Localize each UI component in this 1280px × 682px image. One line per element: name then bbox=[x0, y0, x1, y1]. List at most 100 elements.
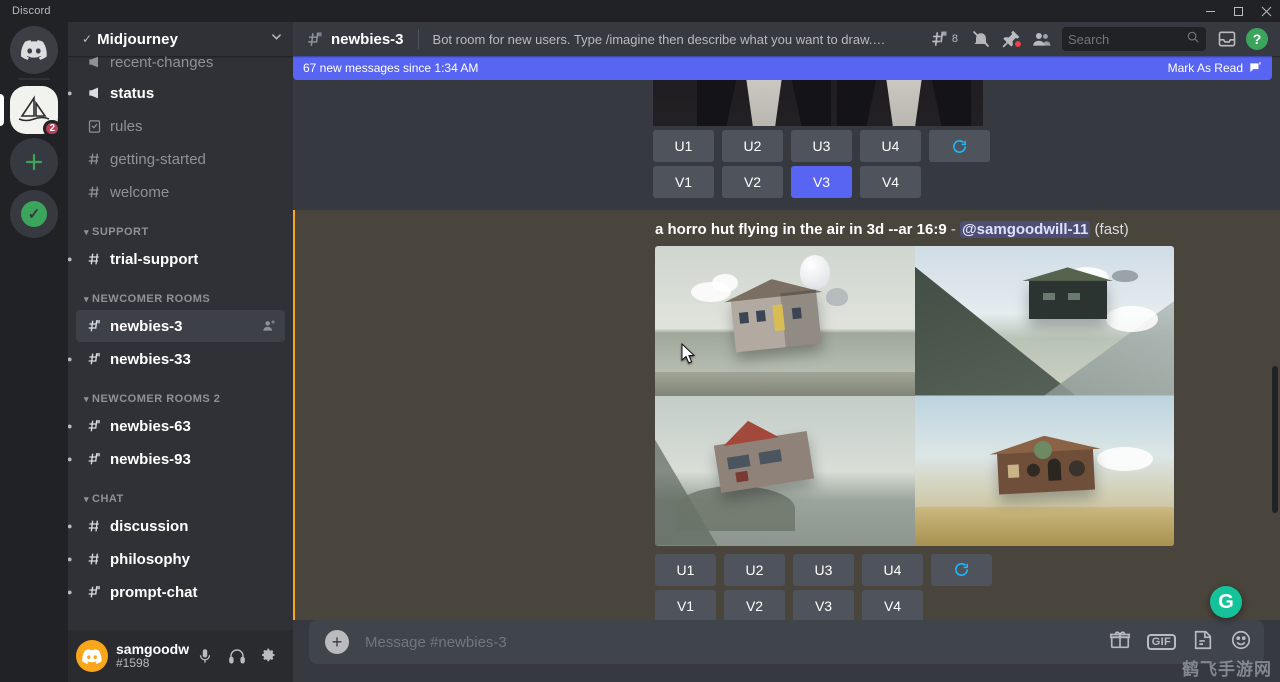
sidebar-item-recent-changes[interactable]: recent-changes bbox=[76, 56, 285, 76]
unread-indicator-icon: ● bbox=[68, 254, 72, 264]
sidebar-item-discussion[interactable]: ● discussion bbox=[76, 510, 285, 542]
u1-button[interactable]: U1 bbox=[655, 554, 716, 586]
search-input[interactable]: Search bbox=[1062, 27, 1206, 51]
sidebar-item-newbies-93[interactable]: ● newbies-93 bbox=[76, 443, 285, 475]
message-input[interactable]: Message #newbies-3 bbox=[365, 634, 1109, 651]
sidebar-item-label: newbies-63 bbox=[110, 418, 191, 435]
server-home[interactable] bbox=[0, 24, 68, 76]
v3-button[interactable]: V3 bbox=[791, 166, 852, 198]
sidebar-item-status[interactable]: ● status bbox=[76, 77, 285, 109]
gif-icon[interactable]: GIF bbox=[1147, 634, 1176, 650]
grammarly-button[interactable]: G bbox=[1210, 586, 1242, 618]
sidebar-item-prompt-chat[interactable]: ● prompt-chat bbox=[76, 576, 285, 608]
compass-icon: ✓ bbox=[10, 190, 58, 238]
announcement-icon bbox=[84, 56, 104, 72]
notifications-muted-icon[interactable] bbox=[966, 27, 996, 51]
help-button[interactable]: ? bbox=[1242, 27, 1272, 51]
u4-button[interactable]: U4 bbox=[862, 554, 923, 586]
category-support[interactable]: ▾ SUPPORT bbox=[68, 209, 293, 242]
new-messages-bar[interactable]: 67 new messages since 1:34 AM Mark As Re… bbox=[293, 56, 1272, 80]
maximize-button[interactable] bbox=[1224, 0, 1252, 22]
sidebar-item-trial-support[interactable]: ● trial-support bbox=[76, 243, 285, 275]
server-midjourney[interactable]: 2 bbox=[0, 84, 68, 136]
microphone-icon[interactable] bbox=[189, 640, 221, 672]
reroll-button[interactable] bbox=[931, 554, 992, 586]
gear-icon[interactable] bbox=[253, 640, 285, 672]
server-header[interactable]: ✓ Midjourney bbox=[68, 22, 293, 56]
avatar[interactable] bbox=[76, 640, 108, 672]
inbox-icon[interactable] bbox=[1212, 27, 1242, 51]
v2-button[interactable]: V2 bbox=[724, 590, 785, 621]
rail-divider bbox=[18, 78, 50, 80]
close-button[interactable] bbox=[1252, 0, 1280, 22]
sidebar-item-rules[interactable]: rules bbox=[76, 110, 285, 142]
u4-button[interactable]: U4 bbox=[860, 130, 921, 162]
prompt-text: a horro hut flying in the air in 3d --ar… bbox=[655, 221, 947, 238]
v2-button[interactable]: V2 bbox=[722, 166, 783, 198]
v4-button[interactable]: V4 bbox=[860, 166, 921, 198]
caret-down-icon: ▾ bbox=[84, 294, 89, 305]
headphones-icon[interactable] bbox=[221, 640, 253, 672]
main-content: newbies-3 Bot room for new users. Type /… bbox=[293, 22, 1280, 682]
sidebar-item-label: welcome bbox=[110, 184, 169, 201]
generated-image-grid[interactable] bbox=[655, 246, 1174, 546]
verified-icon: ✓ bbox=[82, 32, 92, 46]
u2-button[interactable]: U2 bbox=[724, 554, 785, 586]
sidebar-item-newbies-63[interactable]: ● newbies-63 bbox=[76, 410, 285, 442]
add-member-icon[interactable] bbox=[261, 318, 277, 334]
mark-as-read-button[interactable]: Mark As Read bbox=[1168, 61, 1262, 75]
image-cell-4[interactable] bbox=[915, 396, 1175, 546]
midjourney-sailboat-icon: 2 bbox=[10, 86, 58, 134]
pinned-messages-icon[interactable] bbox=[996, 27, 1026, 51]
v1-button[interactable]: V1 bbox=[655, 590, 716, 621]
message-current[interactable]: a horro hut flying in the air in 3d --ar… bbox=[293, 210, 1280, 620]
explore-servers-button[interactable]: ✓ bbox=[0, 188, 68, 240]
hash-thread-icon bbox=[84, 582, 104, 602]
author-mention[interactable]: @samgoodwill-11 bbox=[960, 221, 1090, 238]
member-list-icon[interactable] bbox=[1026, 27, 1056, 51]
scrollbar-thumb[interactable] bbox=[1272, 366, 1278, 513]
v1-button[interactable]: V1 bbox=[653, 166, 714, 198]
hash-thread-icon bbox=[305, 30, 324, 49]
category-newcomer-rooms-2[interactable]: ▾ NEWCOMER ROOMS 2 bbox=[68, 376, 293, 409]
gift-icon[interactable] bbox=[1109, 629, 1131, 656]
u3-button[interactable]: U3 bbox=[793, 554, 854, 586]
sticker-icon[interactable] bbox=[1192, 629, 1214, 656]
sidebar-item-newbies-33[interactable]: ● newbies-33 bbox=[76, 343, 285, 375]
reroll-button[interactable] bbox=[929, 130, 990, 162]
window-body: 2 ✓ ✓ Midjourney bbox=[0, 22, 1280, 682]
attach-plus-icon[interactable]: + bbox=[325, 630, 349, 654]
threads-button[interactable] bbox=[924, 27, 954, 51]
u2-button[interactable]: U2 bbox=[722, 130, 783, 162]
search-placeholder: Search bbox=[1068, 32, 1186, 47]
sidebar-item-welcome[interactable]: welcome bbox=[76, 176, 285, 208]
divider bbox=[418, 29, 419, 49]
message-scroller[interactable]: U1 U2 U3 U4 V1 V2 V3 V4 bbox=[293, 56, 1280, 620]
category-chat[interactable]: ▾ CHAT bbox=[68, 476, 293, 509]
grammarly-label: G bbox=[1218, 591, 1234, 614]
minimize-button[interactable] bbox=[1196, 0, 1224, 22]
emoji-icon[interactable] bbox=[1230, 629, 1252, 656]
watermark: 鹤飞手游网 bbox=[1182, 655, 1272, 680]
image-cell-2[interactable] bbox=[915, 246, 1175, 396]
u3-button[interactable]: U3 bbox=[791, 130, 852, 162]
message-scrollbar[interactable] bbox=[1271, 56, 1279, 620]
sidebar-item-newbies-3[interactable]: newbies-3 bbox=[76, 310, 285, 342]
caret-down-icon: ▾ bbox=[84, 394, 89, 405]
username: samgoodw... bbox=[116, 642, 189, 657]
channel-topic: Bot room for new users. Type /imagine th… bbox=[433, 32, 888, 47]
v4-button[interactable]: V4 bbox=[862, 590, 923, 621]
server-badge: 2 bbox=[43, 120, 61, 137]
sidebar-item-philosophy[interactable]: ● philosophy bbox=[76, 543, 285, 575]
add-server-button[interactable] bbox=[0, 136, 68, 188]
image-cell-1[interactable] bbox=[655, 246, 915, 396]
message-composer[interactable]: + Message #newbies-3 GIF bbox=[309, 620, 1264, 664]
sidebar-item-getting-started[interactable]: getting-started bbox=[76, 143, 285, 175]
sidebar-item-label: prompt-chat bbox=[110, 584, 198, 601]
unread-indicator-icon: ● bbox=[68, 454, 72, 464]
v3-button[interactable]: V3 bbox=[793, 590, 854, 621]
u1-button[interactable]: U1 bbox=[653, 130, 714, 162]
search-icon bbox=[1186, 30, 1200, 49]
image-cell-3[interactable] bbox=[655, 396, 915, 546]
category-newcomer-rooms[interactable]: ▾ NEWCOMER ROOMS bbox=[68, 276, 293, 309]
